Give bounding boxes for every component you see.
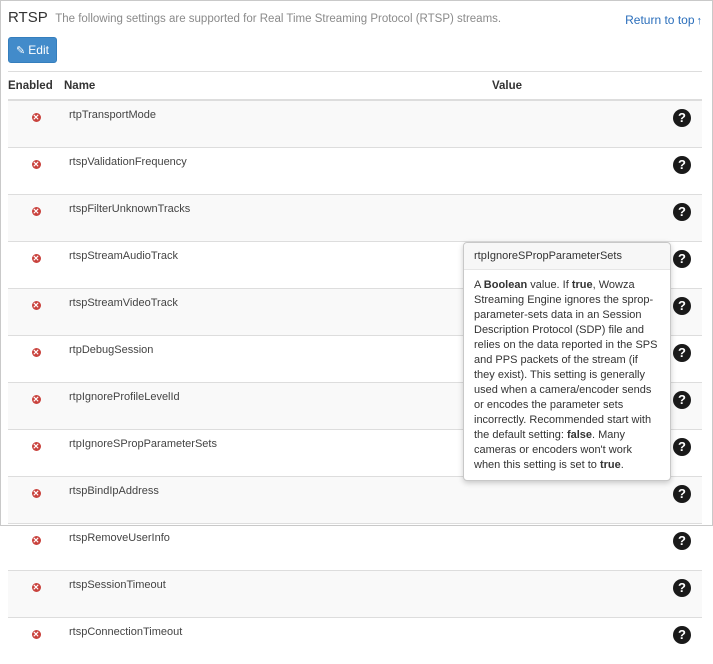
setting-name: rtspStreamVideoTrack — [64, 289, 492, 336]
setting-help-popover: rtpIgnoreSPropParameterSets A Boolean va… — [463, 242, 671, 481]
setting-name: rtpIgnoreSPropParameterSets — [64, 430, 492, 477]
question-circle-icon[interactable]: ? — [673, 626, 691, 644]
column-header-help — [662, 72, 702, 101]
setting-name: rtpIgnoreProfileLevelId — [64, 383, 492, 430]
section-header: RTSP The following settings are supporte… — [8, 9, 702, 33]
x-circle-icon: ✕ — [32, 583, 41, 592]
table-row: ✕ rtspFilterUnknownTracks? — [8, 195, 702, 242]
popover-text: value. If — [527, 279, 572, 291]
setting-name: rtspConnectionTimeout — [64, 618, 492, 664]
column-header-name: Name — [64, 72, 492, 101]
enabled-cell[interactable]: ✕ — [8, 477, 64, 524]
edit-button-label: Edit — [28, 43, 49, 57]
setting-value — [492, 195, 662, 242]
setting-name: rtpDebugSession — [64, 336, 492, 383]
edit-button[interactable]: ✎ Edit — [8, 37, 57, 63]
setting-name: rtspRemoveUserInfo — [64, 524, 492, 571]
setting-value — [492, 148, 662, 195]
enabled-cell[interactable]: ✕ — [8, 148, 64, 195]
question-circle-icon[interactable]: ? — [673, 344, 691, 362]
help-cell[interactable]: ? — [662, 195, 702, 242]
popover-body: A Boolean value. If true, Wowza Streamin… — [464, 270, 670, 481]
table-row: ✕ rtspBindIpAddress? — [8, 477, 702, 524]
setting-name: rtspFilterUnknownTracks — [64, 195, 492, 242]
setting-value — [492, 477, 662, 524]
table-row: ✕ rtpTransportMode? — [8, 100, 702, 148]
help-cell[interactable]: ? — [662, 571, 702, 618]
setting-name: rtspValidationFrequency — [64, 148, 492, 195]
enabled-cell[interactable]: ✕ — [8, 524, 64, 571]
popover-bold-text: true — [600, 459, 621, 471]
help-cell[interactable]: ? — [662, 148, 702, 195]
rtsp-settings-panel: RTSP The following settings are supporte… — [0, 0, 713, 526]
x-circle-icon: ✕ — [32, 395, 41, 404]
table-row: ✕ rtspValidationFrequency? — [8, 148, 702, 195]
table-row: ✕ rtspSessionTimeout? — [8, 571, 702, 618]
x-circle-icon: ✕ — [32, 207, 41, 216]
x-circle-icon: ✕ — [32, 442, 41, 451]
question-circle-icon[interactable]: ? — [673, 203, 691, 221]
column-header-enabled: Enabled — [8, 72, 64, 101]
question-circle-icon[interactable]: ? — [673, 297, 691, 315]
enabled-cell[interactable]: ✕ — [8, 430, 64, 477]
popover-text: A — [474, 279, 484, 291]
section-subtitle: The following settings are supported for… — [55, 13, 501, 25]
column-header-value: Value — [492, 72, 662, 101]
table-row: ✕ rtspConnectionTimeout? — [8, 618, 702, 664]
enabled-cell[interactable]: ✕ — [8, 100, 64, 148]
setting-value — [492, 571, 662, 618]
enabled-cell[interactable]: ✕ — [8, 289, 64, 336]
enabled-cell[interactable]: ✕ — [8, 195, 64, 242]
setting-name: rtspBindIpAddress — [64, 477, 492, 524]
question-circle-icon[interactable]: ? — [673, 532, 691, 550]
x-circle-icon: ✕ — [32, 348, 41, 357]
arrow-up-icon: ↑ — [697, 15, 703, 27]
setting-value — [492, 524, 662, 571]
return-to-top-label: Return to top — [625, 13, 694, 27]
table-row: ✕ rtspRemoveUserInfo? — [8, 524, 702, 571]
enabled-cell[interactable]: ✕ — [8, 618, 64, 664]
setting-name: rtspSessionTimeout — [64, 571, 492, 618]
help-cell[interactable]: ? — [662, 524, 702, 571]
x-circle-icon: ✕ — [32, 113, 41, 122]
return-to-top-link[interactable]: Return to top↑ — [625, 13, 702, 27]
setting-value — [492, 100, 662, 148]
enabled-cell[interactable]: ✕ — [8, 336, 64, 383]
question-circle-icon[interactable]: ? — [673, 156, 691, 174]
question-circle-icon[interactable]: ? — [673, 391, 691, 409]
popover-bold-text: Boolean — [484, 279, 527, 291]
enabled-cell[interactable]: ✕ — [8, 383, 64, 430]
question-circle-icon[interactable]: ? — [673, 109, 691, 127]
popover-text: , Wowza Streaming Engine ignores the spr… — [474, 279, 657, 441]
setting-name: rtpTransportMode — [64, 100, 492, 148]
x-circle-icon: ✕ — [32, 254, 41, 263]
help-cell[interactable]: ? — [662, 100, 702, 148]
help-cell[interactable]: ? — [662, 618, 702, 664]
x-circle-icon: ✕ — [32, 489, 41, 498]
question-circle-icon[interactable]: ? — [673, 438, 691, 456]
question-circle-icon[interactable]: ? — [673, 250, 691, 268]
enabled-cell[interactable]: ✕ — [8, 571, 64, 618]
popover-title: rtpIgnoreSPropParameterSets — [464, 243, 670, 270]
help-cell[interactable]: ? — [662, 477, 702, 524]
x-circle-icon: ✕ — [32, 536, 41, 545]
table-header-row: Enabled Name Value — [8, 72, 702, 101]
popover-text: . — [621, 459, 624, 471]
pencil-icon: ✎ — [16, 44, 25, 57]
section-title: RTSP — [8, 9, 48, 26]
question-circle-icon[interactable]: ? — [673, 579, 691, 597]
x-circle-icon: ✕ — [32, 630, 41, 639]
x-circle-icon: ✕ — [32, 160, 41, 169]
enabled-cell[interactable]: ✕ — [8, 242, 64, 289]
x-circle-icon: ✕ — [32, 301, 41, 310]
setting-value — [492, 618, 662, 664]
question-circle-icon[interactable]: ? — [673, 485, 691, 503]
popover-bold-text: true — [572, 279, 593, 291]
popover-bold-text: false — [567, 429, 592, 441]
setting-name: rtspStreamAudioTrack — [64, 242, 492, 289]
